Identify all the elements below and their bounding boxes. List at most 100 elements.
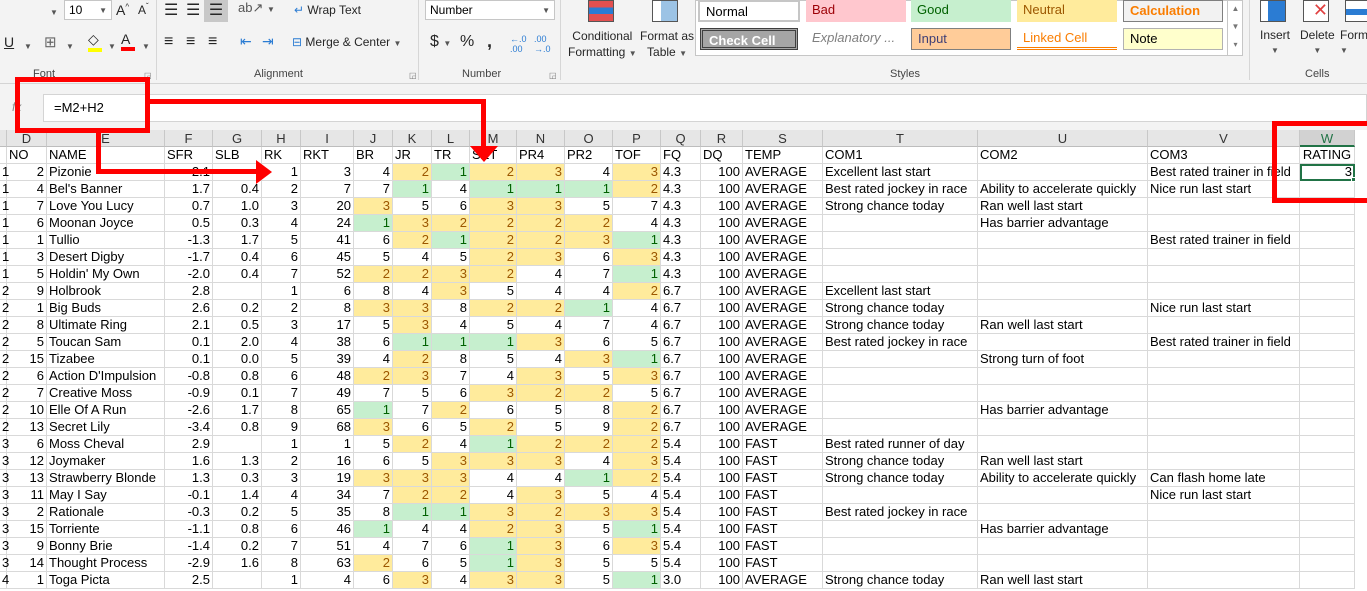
cell-rating[interactable]: [1300, 283, 1355, 300]
cell-rating[interactable]: [1300, 402, 1355, 419]
column-header-G[interactable]: G: [213, 130, 262, 147]
cell-pr2[interactable]: 3: [565, 351, 613, 368]
cell-jr[interactable]: 7: [393, 402, 432, 419]
cell-sfr[interactable]: 2.8: [165, 283, 213, 300]
cell-no[interactable]: 14: [7, 555, 47, 572]
style-explanatory[interactable]: Explanatory ...: [806, 28, 906, 50]
cell-dq[interactable]: 100: [701, 385, 743, 402]
cell-pr4[interactable]: 2: [517, 215, 565, 232]
cell-set[interactable]: 3: [470, 572, 517, 589]
cell-com2[interactable]: Has barrier advantage: [978, 402, 1148, 419]
cell-jr[interactable]: 1: [393, 504, 432, 521]
cell-br[interactable]: 1: [354, 402, 393, 419]
cell-sfr[interactable]: 2.6: [165, 300, 213, 317]
cell-dq[interactable]: 100: [701, 453, 743, 470]
cell-br[interactable]: 8: [354, 283, 393, 300]
cell-rating[interactable]: [1300, 232, 1355, 249]
cell-com3[interactable]: [1148, 504, 1300, 521]
cell-tr[interactable]: 8: [432, 351, 470, 368]
cell-fq[interactable]: 4.3: [661, 266, 701, 283]
cell-jr[interactable]: 3: [393, 368, 432, 385]
cell-com2[interactable]: [978, 555, 1148, 572]
cell-sfr[interactable]: -1.7: [165, 249, 213, 266]
cell-dq[interactable]: 100: [701, 402, 743, 419]
cell-com2[interactable]: Ability to accelerate quickly: [978, 470, 1148, 487]
cell-tof[interactable]: 4: [613, 215, 661, 232]
cell-com3[interactable]: [1148, 521, 1300, 538]
cell-no[interactable]: 12: [7, 453, 47, 470]
cell-br[interactable]: 5: [354, 436, 393, 453]
cell-com1[interactable]: [823, 538, 978, 555]
cell-dq[interactable]: 100: [701, 470, 743, 487]
cell-set[interactable]: 2: [470, 521, 517, 538]
cell-tr[interactable]: 3: [432, 470, 470, 487]
cell-rkt[interactable]: 39: [301, 351, 354, 368]
cell-temp[interactable]: AVERAGE: [743, 164, 823, 181]
cell-com3[interactable]: [1148, 538, 1300, 555]
cell-rating[interactable]: [1300, 538, 1355, 555]
column-header-S[interactable]: S: [743, 130, 823, 147]
cell-rating[interactable]: [1300, 487, 1355, 504]
cell-tr[interactable]: 4: [432, 181, 470, 198]
cell-pr4[interactable]: 2: [517, 504, 565, 521]
cell-rkt[interactable]: 34: [301, 487, 354, 504]
cell-no[interactable]: 6: [7, 215, 47, 232]
cell-fq[interactable]: 5.4: [661, 487, 701, 504]
cell-fq[interactable]: 6.7: [661, 300, 701, 317]
column-header-P[interactable]: P: [613, 130, 661, 147]
cell-com3[interactable]: [1148, 555, 1300, 572]
cell-slb[interactable]: 0.5: [213, 317, 262, 334]
cell-rating[interactable]: [1300, 334, 1355, 351]
cell-c[interactable]: 2: [0, 351, 9, 368]
cell-rk[interactable]: 6: [262, 368, 301, 385]
decrease-decimal-icon[interactable]: .00 →.0: [534, 34, 551, 54]
cell-sfr[interactable]: -2.0: [165, 266, 213, 283]
cell-slb[interactable]: 1.7: [213, 402, 262, 419]
cell-com3[interactable]: [1148, 317, 1300, 334]
cell-c[interactable]: 3: [0, 521, 9, 538]
cell-rkt[interactable]: 24: [301, 215, 354, 232]
cell-pr4[interactable]: 3: [517, 198, 565, 215]
header-cell-com1[interactable]: COM1: [823, 147, 978, 164]
cell-slb[interactable]: 0.1: [213, 385, 262, 402]
cell-pr4[interactable]: 3: [517, 487, 565, 504]
cell-set[interactable]: 1: [470, 555, 517, 572]
cell-no[interactable]: 3: [7, 249, 47, 266]
cell-sfr[interactable]: 1.7: [165, 181, 213, 198]
cell-pr2[interactable]: 2: [565, 385, 613, 402]
cell-rkt[interactable]: 16: [301, 453, 354, 470]
cell-set[interactable]: 5: [470, 317, 517, 334]
cell-slb[interactable]: 0.8: [213, 521, 262, 538]
cell-c[interactable]: 3: [0, 555, 9, 572]
cell-tr[interactable]: 2: [432, 215, 470, 232]
cell-dq[interactable]: 100: [701, 555, 743, 572]
cell-br[interactable]: 1: [354, 215, 393, 232]
cell-rating[interactable]: [1300, 470, 1355, 487]
insert-button[interactable]: Insert ▼: [1260, 28, 1290, 56]
cell-c[interactable]: 3: [0, 504, 9, 521]
cell-rk[interactable]: 7: [262, 385, 301, 402]
cell-sfr[interactable]: 2.9: [165, 436, 213, 453]
cell-slb[interactable]: 0.3: [213, 215, 262, 232]
cell-slb[interactable]: 0.4: [213, 266, 262, 283]
cell-rk[interactable]: 4: [262, 215, 301, 232]
cell-tr[interactable]: 1: [432, 334, 470, 351]
cell-fq[interactable]: 4.3: [661, 215, 701, 232]
cell-no[interactable]: 10: [7, 402, 47, 419]
cell-com2[interactable]: [978, 283, 1148, 300]
cell-no[interactable]: 8: [7, 317, 47, 334]
font-color-dropdown[interactable]: ▼: [142, 38, 150, 52]
cell-pr4[interactable]: 2: [517, 385, 565, 402]
borders-dropdown[interactable]: ▼: [66, 38, 74, 52]
cell-temp[interactable]: AVERAGE: [743, 572, 823, 589]
cell-no[interactable]: 1: [7, 300, 47, 317]
increase-indent-icon[interactable]: ⇥: [262, 33, 274, 50]
align-right-icon[interactable]: ≡: [208, 33, 217, 51]
cell-fq[interactable]: 4.3: [661, 232, 701, 249]
cell-br[interactable]: 3: [354, 198, 393, 215]
cell-name[interactable]: Holbrook: [47, 283, 165, 300]
cell-com2[interactable]: [978, 385, 1148, 402]
cell-dq[interactable]: 100: [701, 436, 743, 453]
cell-pr2[interactable]: 9: [565, 419, 613, 436]
borders-icon[interactable]: ⊞: [44, 33, 57, 51]
